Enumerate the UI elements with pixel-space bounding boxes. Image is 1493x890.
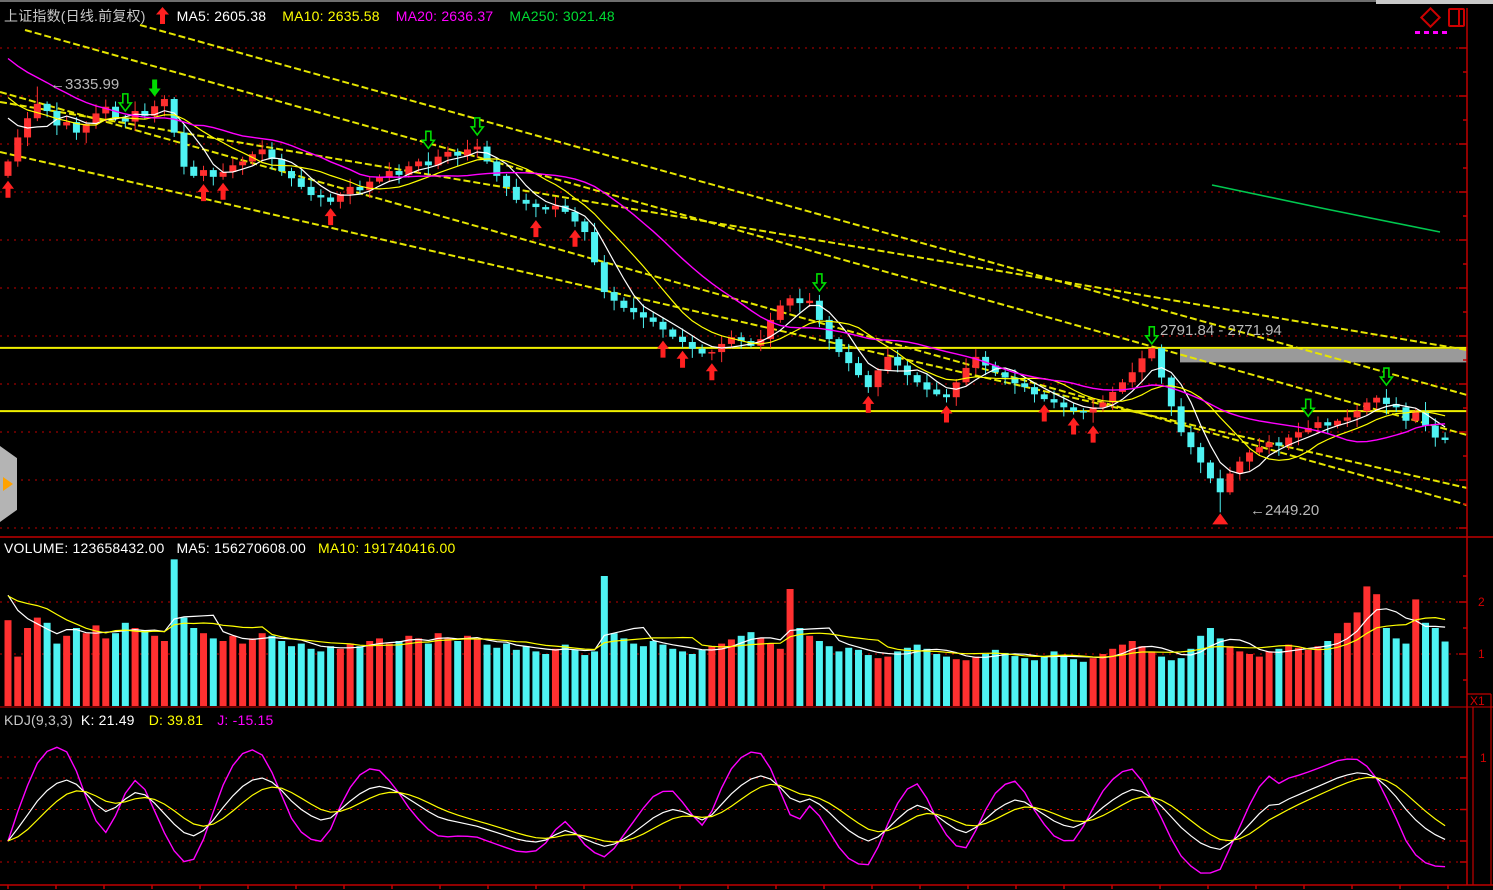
trend-channel-lines	[0, 25, 1467, 505]
ma20-value: MA20: 2636.37	[396, 8, 494, 24]
ma5-value: MA5: 2605.38	[177, 8, 267, 24]
gap-zone-bar	[1180, 349, 1467, 363]
kdj-axis-label-100: 1	[1480, 751, 1487, 765]
kdj-d-value: D: 39.81	[149, 712, 204, 728]
symbol-title: 上证指数(日线.前复权)	[4, 8, 146, 24]
stock-chart-window: 上证指数(日线.前复权) MA5: 2605.38 MA10: 2635.58 MA2…	[0, 0, 1493, 890]
ma10-value: MA10: 2635.58	[282, 8, 380, 24]
kdj-j-value: J: -15.15	[217, 712, 273, 728]
kdj-lines	[8, 747, 1445, 873]
magenta-dashed-marker	[1415, 31, 1447, 34]
pane-toolbar	[1423, 8, 1465, 27]
volume-value: VOLUME: 123658432.00	[4, 540, 164, 556]
volume-ma10-value: MA10: 191740416.00	[318, 540, 456, 556]
high-price-label: ←3335.99	[50, 76, 119, 93]
ma250-segment	[1212, 185, 1440, 232]
kdj-pane-header: KDJ(9,3,3) K: 21.49 D: 39.81 J: -15.15	[4, 712, 290, 728]
split-window-icon[interactable]	[1448, 8, 1465, 27]
low-point-marker	[1212, 513, 1228, 524]
volume-ma5-value: MA5: 156270608.00	[176, 540, 306, 556]
volume-axis-label-100m: 1	[1478, 647, 1485, 661]
price-up-arrow-icon	[156, 7, 169, 27]
volume-axis-label-200m: 2	[1478, 595, 1485, 609]
indicator-window-label: X1	[1470, 694, 1485, 708]
low-price-label: ←2449.20	[1250, 502, 1319, 519]
expand-right-icon	[3, 477, 13, 491]
chart-canvas[interactable]	[0, 0, 1493, 890]
volume-pane-header: VOLUME: 123658432.00 MA5: 156270608.00 MA1…	[4, 540, 471, 556]
main-pane-header: 上证指数(日线.前复权) MA5: 2605.38 MA10: 2635.58 MA2…	[4, 6, 623, 27]
diamond-icon[interactable]	[1420, 7, 1441, 28]
candle-series	[5, 87, 1449, 513]
horizontal-support-lines	[0, 348, 1467, 411]
kdj-k-value: K: 21.49	[81, 712, 135, 728]
gap-range-label: 2791.84 - 2771.94	[1160, 322, 1282, 339]
kdj-title: KDJ(9,3,3)	[4, 712, 73, 728]
ma250-value: MA250: 3021.48	[509, 8, 615, 24]
volume-bars	[5, 559, 1449, 706]
sidebar-expander-tab[interactable]	[0, 446, 17, 522]
